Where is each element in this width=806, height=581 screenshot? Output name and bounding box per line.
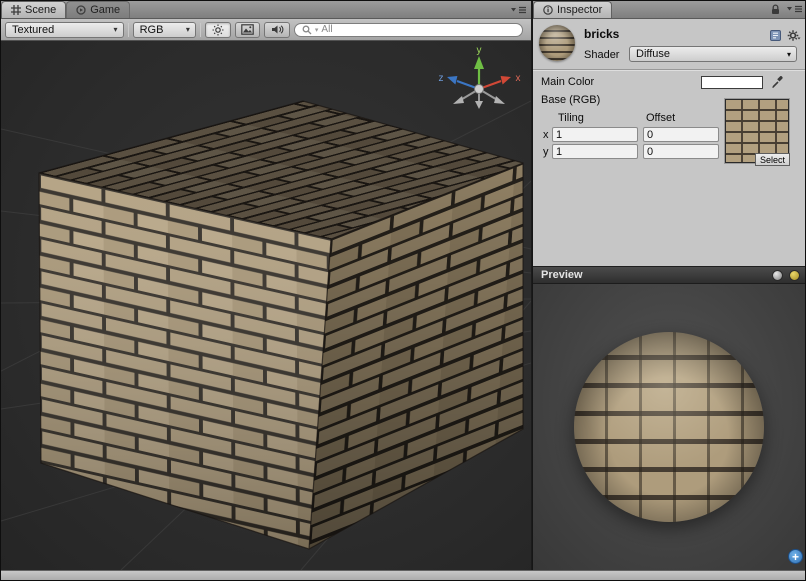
gizmo-negative-axis-cone[interactable] [494,96,505,104]
scene-canvas[interactable]: y z x [1,41,531,570]
draw-mode-value: Textured [12,24,54,36]
gizmo-z-label: z [439,73,444,84]
offset-x-input[interactable] [643,127,719,142]
shader-label: Shader [584,49,619,61]
add-icon[interactable]: + [788,549,803,564]
color-mode-dropdown[interactable]: RGB ▾ [133,22,196,38]
search-filter-arrow-icon: ▾ [315,26,319,34]
scene-search-input[interactable]: ▾ All [294,23,523,37]
scene-audio-toggle[interactable] [264,22,290,38]
preview-title: Preview [541,269,583,281]
color-mode-value: RGB [140,24,164,36]
scene-tabstrip: Scene Game [1,1,531,19]
tab-scene-label: Scene [25,4,56,16]
status-bar [1,570,806,581]
tiling-row-y-label: y [543,146,549,158]
main-color-label: Main Color [541,76,594,88]
gizmo-y-label: y [477,45,482,56]
inspector-body: bricks Shader Diffuse ▾ Main Color [533,19,806,266]
main-color-swatch[interactable] [701,76,763,89]
scene-toolbar: Textured ▾ RGB ▾ [1,19,531,41]
scene-lighting-toggle[interactable] [205,22,231,38]
toolbar-divider [128,23,129,37]
material-preview-sphere[interactable] [574,332,764,522]
scene-fx-toggle[interactable] [235,22,261,38]
offset-header: Offset [646,112,675,124]
image-icon [241,24,254,35]
tab-inspector-label: Inspector [557,4,602,16]
material-preview-thumbnail[interactable] [539,25,575,61]
tab-game[interactable]: Game [66,1,130,18]
tiling-row-x-label: x [543,129,549,141]
toolbar-divider [200,23,201,37]
chevron-down-icon: ▾ [787,50,791,59]
chevron-down-icon: ▾ [114,26,118,34]
gizmo-x-label: x [516,73,521,84]
sun-icon [212,24,224,36]
shader-dropdown[interactable]: Diffuse ▾ [629,46,797,62]
search-icon [302,25,312,35]
material-name: bricks [584,27,619,41]
gizmo-negative-axis-cone[interactable] [453,96,464,104]
draw-mode-dropdown[interactable]: Textured ▾ [5,22,124,38]
tab-inspector[interactable]: Inspector [533,1,612,18]
chevron-down-icon: ▾ [186,26,190,34]
scene-cube[interactable] [39,101,523,549]
shader-value: Diffuse [636,48,670,60]
unity-editor-window: Scene Game Textured ▾ [0,0,806,581]
tab-game-label: Game [90,4,120,16]
tiling-header: Tiling [558,112,584,124]
gizmo-y-axis-cone[interactable] [474,56,484,69]
offset-y-input[interactable] [643,144,719,159]
gizmo-z-axis-cone[interactable] [447,76,457,85]
orientation-gizmo[interactable]: y z x [439,45,521,109]
inspector-divider [533,69,806,71]
scene-viewport[interactable]: y z x [1,41,531,570]
inspector-info-icon [543,5,553,15]
eyedropper-icon[interactable] [770,74,784,89]
speaker-icon [271,24,284,35]
panel-menu-icon[interactable] [785,4,803,14]
gizmo-x-axis-cone[interactable] [501,76,511,85]
game-controller-icon [76,5,86,15]
tab-scene[interactable]: Scene [1,1,66,18]
inspector-panel: Inspector bricks [532,1,806,570]
preview-light-toggle-icon[interactable] [789,270,800,281]
panel-menu-icon[interactable] [509,5,527,15]
inspector-tabstrip: Inspector [533,1,806,19]
search-filter-value: All [321,24,332,35]
preview-area[interactable]: + [533,284,806,570]
scene-panel: Scene Game Textured ▾ [1,1,531,570]
scene-grid-icon [11,5,21,15]
tiling-y-input[interactable] [552,144,638,159]
base-texture-label: Base (RGB) [541,94,600,106]
lock-icon[interactable] [770,3,781,15]
preview-header[interactable]: Preview [533,266,806,284]
gizmo-negative-axis-cone[interactable] [475,101,483,109]
tiling-x-input[interactable] [552,127,638,142]
help-icon[interactable] [769,29,782,42]
gear-icon[interactable] [787,29,802,42]
preview-sphere-toggle-icon[interactable] [772,270,783,281]
texture-select-button[interactable]: Select [755,153,790,166]
gizmo-center-handle[interactable] [475,85,484,94]
